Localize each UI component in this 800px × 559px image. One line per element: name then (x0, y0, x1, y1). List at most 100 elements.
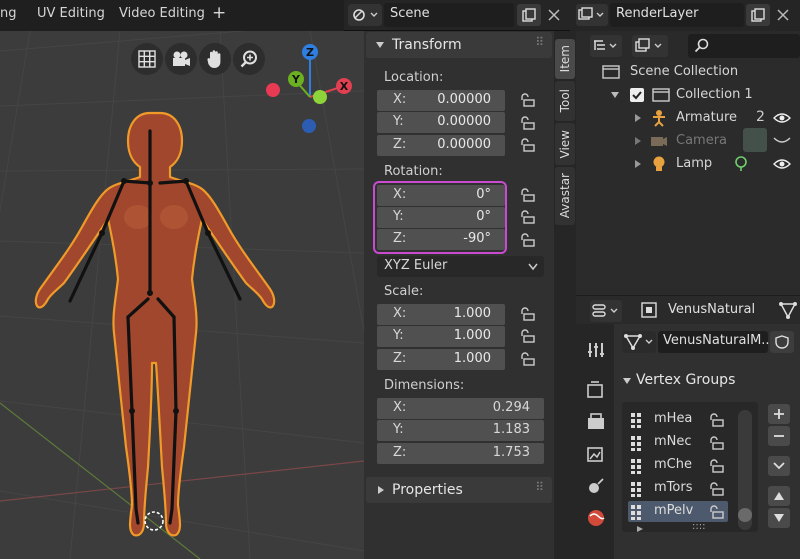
properties-header: VenusNatural (576, 296, 800, 324)
properties-content: VenusNaturalM... Vertex Groups mHea mNec… (614, 324, 800, 559)
add-vertex-group-button[interactable] (768, 404, 790, 424)
tool-settings-icon[interactable] (586, 340, 606, 360)
scene-browse-button[interactable] (348, 4, 382, 26)
editor-type-button[interactable] (590, 300, 622, 322)
vertex-group-row[interactable]: mNec (628, 432, 728, 453)
toggle-grid-button[interactable] (131, 43, 163, 75)
vertex-group-icon (631, 482, 641, 497)
list-resize-grip[interactable]: :::: (692, 521, 705, 532)
checkbox-checked-icon[interactable] (630, 88, 644, 102)
search-icon (694, 38, 709, 53)
mesh-browse-button[interactable] (622, 331, 656, 353)
unlock-icon[interactable] (708, 482, 724, 496)
display-mode-button[interactable] (590, 35, 622, 57)
mesh-name-field[interactable]: VenusNaturalM... (658, 331, 774, 353)
dimensions-x-field[interactable]: X: 0.294 (377, 398, 544, 419)
render-settings-icon[interactable] (586, 380, 606, 400)
vertex-group-row[interactable]: mHea (628, 409, 728, 430)
camera-data-icon[interactable] (743, 128, 767, 152)
hand-icon (207, 50, 221, 68)
unlock-icon[interactable] (708, 505, 724, 519)
chevron-right-icon (378, 486, 384, 494)
tab-item[interactable]: Item (555, 39, 575, 79)
chevron-down-icon (376, 42, 384, 48)
minus-icon (774, 435, 784, 437)
vertex-group-row[interactable]: mTors (628, 478, 728, 499)
view-layer-settings-icon[interactable] (586, 444, 606, 464)
rotation-z-field[interactable]: Z: -90° (377, 229, 505, 250)
remove-view-layer-button[interactable] (772, 4, 794, 26)
new-view-layer-button[interactable] (746, 4, 770, 26)
camera-view-button[interactable] (165, 43, 197, 75)
vertex-group-icon (631, 413, 641, 428)
tab-avastar[interactable]: Avastar (555, 167, 575, 225)
transform-panel-header[interactable]: Transform ⠿ (366, 32, 552, 58)
location-x-field[interactable]: X: 0.00000 (377, 90, 505, 111)
object-icon (641, 302, 657, 318)
workspace-tab-partial[interactable]: ng (0, 6, 17, 21)
light-data-icon[interactable] (733, 155, 749, 173)
drag-grip-icon[interactable]: ⠿ (535, 480, 544, 494)
chevron-right-icon[interactable] (636, 525, 644, 533)
3d-viewport[interactable]: Z X Y (0, 31, 364, 559)
mesh-data-icon (624, 334, 653, 350)
vertex-group-specials-button[interactable] (768, 456, 790, 476)
mesh-data-icon[interactable] (779, 301, 797, 319)
view-layer-name-field[interactable]: RenderLayer (616, 6, 699, 21)
tab-tool[interactable]: Tool (555, 81, 575, 121)
properties-panel-header[interactable]: Properties ⠿ (366, 477, 552, 503)
workspace-tab-video-editing[interactable]: Video Editing (119, 6, 205, 21)
triangle-up-icon (774, 492, 784, 500)
location-z-field[interactable]: Z: 0.00000 (377, 135, 505, 156)
eye-closed-icon[interactable] (773, 136, 791, 146)
scale-x-field[interactable]: X: 1.000 (377, 304, 505, 325)
view-layer-bar: RenderLayer (570, 0, 800, 31)
new-scene-button[interactable] (517, 4, 541, 26)
remove-vertex-group-button[interactable] (768, 426, 790, 446)
rotation-y-field[interactable]: Y: 0° (377, 207, 505, 228)
unlink-scene-button[interactable] (543, 4, 565, 26)
render-layers-icon (635, 38, 662, 52)
unlock-icon[interactable] (708, 436, 724, 450)
scene-name-field[interactable]: Scene (390, 6, 430, 21)
view-layer-browse-button[interactable] (576, 4, 608, 26)
scrollbar-thumb[interactable] (738, 508, 752, 522)
zoom-view-button[interactable] (233, 43, 265, 75)
dimensions-y-field[interactable]: Y: 1.183 (377, 420, 544, 441)
scale-z-field[interactable]: Z: 1.000 (377, 349, 505, 370)
unlock-icon[interactable] (708, 459, 724, 473)
tab-view[interactable]: View (555, 123, 575, 165)
properties-icon (592, 304, 618, 317)
unlock-icon[interactable] (708, 413, 724, 427)
vertex-group-row-selected[interactable]: mPelv (628, 501, 728, 522)
scale-y-field[interactable]: Y: 1.000 (377, 326, 505, 347)
outliner-search-input[interactable] (688, 34, 800, 58)
location-label: Location: (384, 70, 444, 85)
pan-view-button[interactable] (199, 43, 231, 75)
workspace-tab-uv-editing[interactable]: UV Editing (37, 6, 105, 21)
avatar-mesh[interactable] (30, 111, 290, 541)
output-settings-icon[interactable] (586, 412, 606, 432)
zoom-icon (240, 50, 257, 68)
move-up-button[interactable] (768, 486, 790, 506)
blender-window: ng UV Editing Video Editing + Scene Rend… (0, 0, 800, 559)
drag-grip-icon[interactable]: ⠿ (535, 35, 544, 49)
eye-icon[interactable] (773, 158, 791, 170)
rotation-mode-dropdown[interactable]: XYZ Euler (377, 256, 544, 277)
move-down-button[interactable] (768, 508, 790, 528)
vertex-groups-panel-header[interactable]: Vertex Groups (616, 370, 800, 392)
vertex-group-row[interactable]: mChe (628, 455, 728, 476)
vertex-group-icon (631, 505, 641, 520)
fake-user-button[interactable] (770, 331, 794, 353)
eye-icon[interactable] (773, 112, 791, 124)
location-y-field[interactable]: Y: 0.00000 (377, 112, 505, 133)
rotation-x-field[interactable]: X: 0° (377, 185, 505, 206)
scene-settings-icon[interactable] (586, 476, 606, 496)
dimensions-z-field[interactable]: Z: 1.753 (377, 443, 544, 464)
world-settings-icon[interactable] (586, 508, 606, 528)
add-workspace-button[interactable]: + (212, 3, 226, 23)
vertex-group-icon (631, 436, 641, 451)
filter-button[interactable] (632, 35, 668, 57)
armature-icon (653, 110, 665, 127)
close-icon (777, 9, 789, 21)
